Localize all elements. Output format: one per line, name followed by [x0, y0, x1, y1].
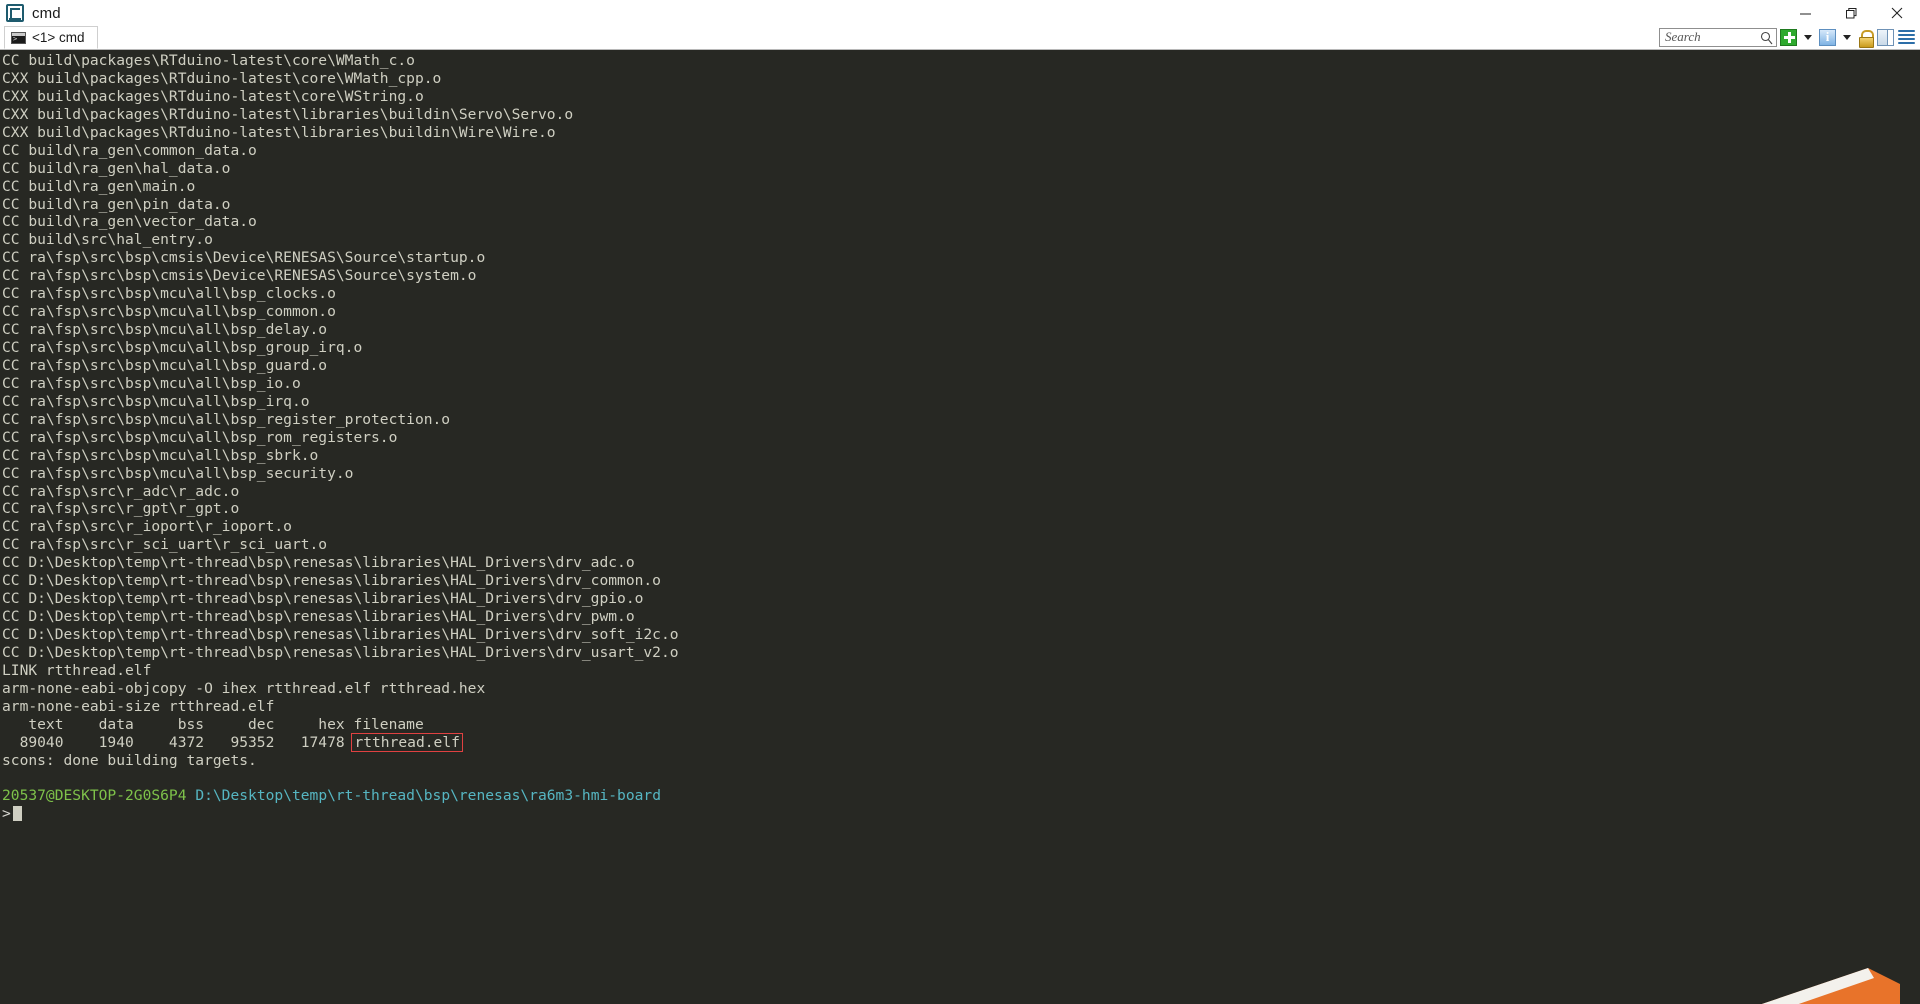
size-values: 89040 1940 4372 95352 17478: [2, 733, 354, 751]
terminal-line: CC ra\fsp\src\bsp\mcu\all\bsp_group_irq.…: [2, 339, 363, 356]
split-pane-button[interactable]: [1876, 27, 1895, 47]
prompt-line: 20537@DESKTOP-2G0S6P4 D:\Desktop\temp\rt…: [2, 787, 1920, 805]
lock-icon: [1858, 29, 1874, 48]
search-input[interactable]: [1663, 28, 1757, 46]
terminal-line: CC D:\Desktop\temp\rt-thread\bsp\renesas…: [2, 554, 635, 572]
tab-console-1[interactable]: <1> cmd: [4, 26, 98, 49]
terminal-line: CC D:\Desktop\temp\rt-thread\bsp\renesas…: [2, 572, 661, 590]
build-done-line: scons: done building targets.: [2, 751, 257, 769]
terminal-line: CC ra\fsp\src\bsp\mcu\all\bsp_irq.o: [2, 392, 310, 410]
chevron-down-icon: [1804, 34, 1812, 40]
terminal-line: CC ra\fsp\src\bsp\mcu\all\bsp_guard.o: [2, 356, 328, 374]
terminal-line: CC D:\Desktop\temp\rt-thread\bsp\renesas…: [2, 590, 644, 608]
terminal-line: arm-none-eabi-objcopy -O ihex rtthread.e…: [2, 679, 486, 697]
terminal-line: CC build\ra_gen\vector_data.o: [2, 213, 257, 231]
terminal-line: CC build\ra_gen\hal_data.o: [2, 159, 231, 177]
terminal-line: CC ra\fsp\src\bsp\mcu\all\bsp_common.o: [2, 303, 336, 321]
prompt-symbol: >: [2, 805, 11, 823]
search-box[interactable]: [1659, 27, 1777, 50]
terminal-line: CC ra\fsp\src\bsp\mcu\all\bsp_rom_regist…: [2, 428, 398, 446]
text-cursor: [12, 806, 22, 822]
title-bar: cmd: [0, 0, 1920, 26]
terminal-line: CXX build\packages\RTduino-latest\librar…: [2, 123, 556, 141]
prompt-path: D:\Desktop\temp\rt-thread\bsp\renesas\ra…: [195, 787, 661, 805]
window-controls: [1782, 0, 1920, 26]
terminal-line: CXX build\packages\RTduino-latest\core\W…: [2, 87, 424, 105]
close-icon[interactable]: [1874, 0, 1920, 26]
terminal-line: arm-none-eabi-size rtthread.elf: [2, 697, 275, 715]
lock-button[interactable]: [1857, 27, 1874, 48]
terminal-line: CC build\ra_gen\main.o: [2, 177, 196, 195]
chevron-down-icon: [1843, 34, 1851, 40]
green-plus-icon: [1780, 28, 1797, 46]
tab-strip: <1> cmd: [0, 26, 1920, 50]
terminal-line: CC ra\fsp\src\bsp\mcu\all\bsp_register_p…: [2, 410, 451, 428]
new-console-button[interactable]: [1779, 27, 1798, 47]
info-button[interactable]: [1818, 27, 1837, 47]
highlighted-output-filename: rtthread.elf: [351, 732, 463, 752]
terminal-output-area[interactable]: CC build\packages\RTduino-latest\core\WM…: [0, 50, 1920, 1004]
split-pane-icon: [1877, 28, 1894, 46]
terminal-line: CC build\ra_gen\pin_data.o: [2, 195, 231, 213]
prompt-input-line[interactable]: >: [2, 805, 1920, 823]
terminal-line: CC ra\fsp\src\r_gpt\r_gpt.o: [2, 500, 240, 518]
console-tab-icon: [11, 31, 26, 44]
terminal-line: CC build\src\hal_entry.o: [2, 231, 213, 249]
window-title: cmd: [32, 4, 61, 22]
terminal-line: CC ra\fsp\src\bsp\mcu\all\bsp_sbrk.o: [2, 446, 319, 464]
terminal-line: CC ra\fsp\src\bsp\mcu\all\bsp_io.o: [2, 374, 301, 392]
menu-button[interactable]: [1897, 27, 1916, 47]
toolbar: [1659, 26, 1916, 48]
hamburger-menu-icon: [1898, 29, 1915, 45]
terminal-line: CC build\packages\RTduino-latest\core\WM…: [2, 52, 415, 69]
terminal-line: CC D:\Desktop\temp\rt-thread\bsp\renesas…: [2, 608, 635, 626]
terminal-line: CC ra\fsp\src\r_ioport\r_ioport.o: [2, 518, 292, 536]
decorative-shape: [1761, 968, 1900, 1004]
search-icon[interactable]: [1760, 31, 1773, 50]
restore-icon[interactable]: [1828, 0, 1874, 26]
terminal-line: CC D:\Desktop\temp\rt-thread\bsp\renesas…: [2, 643, 679, 661]
info-icon: [1819, 28, 1836, 46]
terminal-line: CC build\ra_gen\common_data.o: [2, 141, 257, 159]
terminal-line: CXX build\packages\RTduino-latest\librar…: [2, 105, 574, 123]
info-dropdown[interactable]: [1839, 27, 1855, 47]
terminal-line: CC ra\fsp\src\bsp\cmsis\Device\RENESAS\S…: [2, 249, 486, 267]
terminal-line: CC ra\fsp\src\r_adc\r_adc.o: [2, 482, 240, 500]
terminal-line: CC ra\fsp\src\r_sci_uart\r_sci_uart.o: [2, 536, 328, 554]
tab-label: <1> cmd: [32, 30, 85, 45]
size-table-header: text data bss dec hex filename: [2, 715, 424, 733]
terminal-line: CXX build\packages\RTduino-latest\core\W…: [2, 69, 442, 87]
minimize-icon[interactable]: [1782, 0, 1828, 26]
new-console-dropdown[interactable]: [1800, 27, 1816, 47]
terminal-line: CC ra\fsp\src\bsp\mcu\all\bsp_delay.o: [2, 321, 328, 339]
terminal-line: CC ra\fsp\src\bsp\cmsis\Device\RENESAS\S…: [2, 267, 477, 285]
prompt-user-host: 20537@DESKTOP-2G0S6P4: [2, 787, 187, 805]
console-icon: [6, 4, 24, 22]
terminal-lines: CC build\packages\RTduino-latest\core\WM…: [2, 52, 1920, 823]
terminal-line: CC ra\fsp\src\bsp\mcu\all\bsp_security.o: [2, 464, 354, 482]
size-table-row: 89040 1940 4372 95352 17478 rtthread.elf: [2, 732, 1920, 752]
terminal-line: LINK rtthread.elf: [2, 661, 152, 679]
terminal-line: CC ra\fsp\src\bsp\mcu\all\bsp_clocks.o: [2, 285, 336, 303]
terminal-line: CC D:\Desktop\temp\rt-thread\bsp\renesas…: [2, 626, 679, 643]
